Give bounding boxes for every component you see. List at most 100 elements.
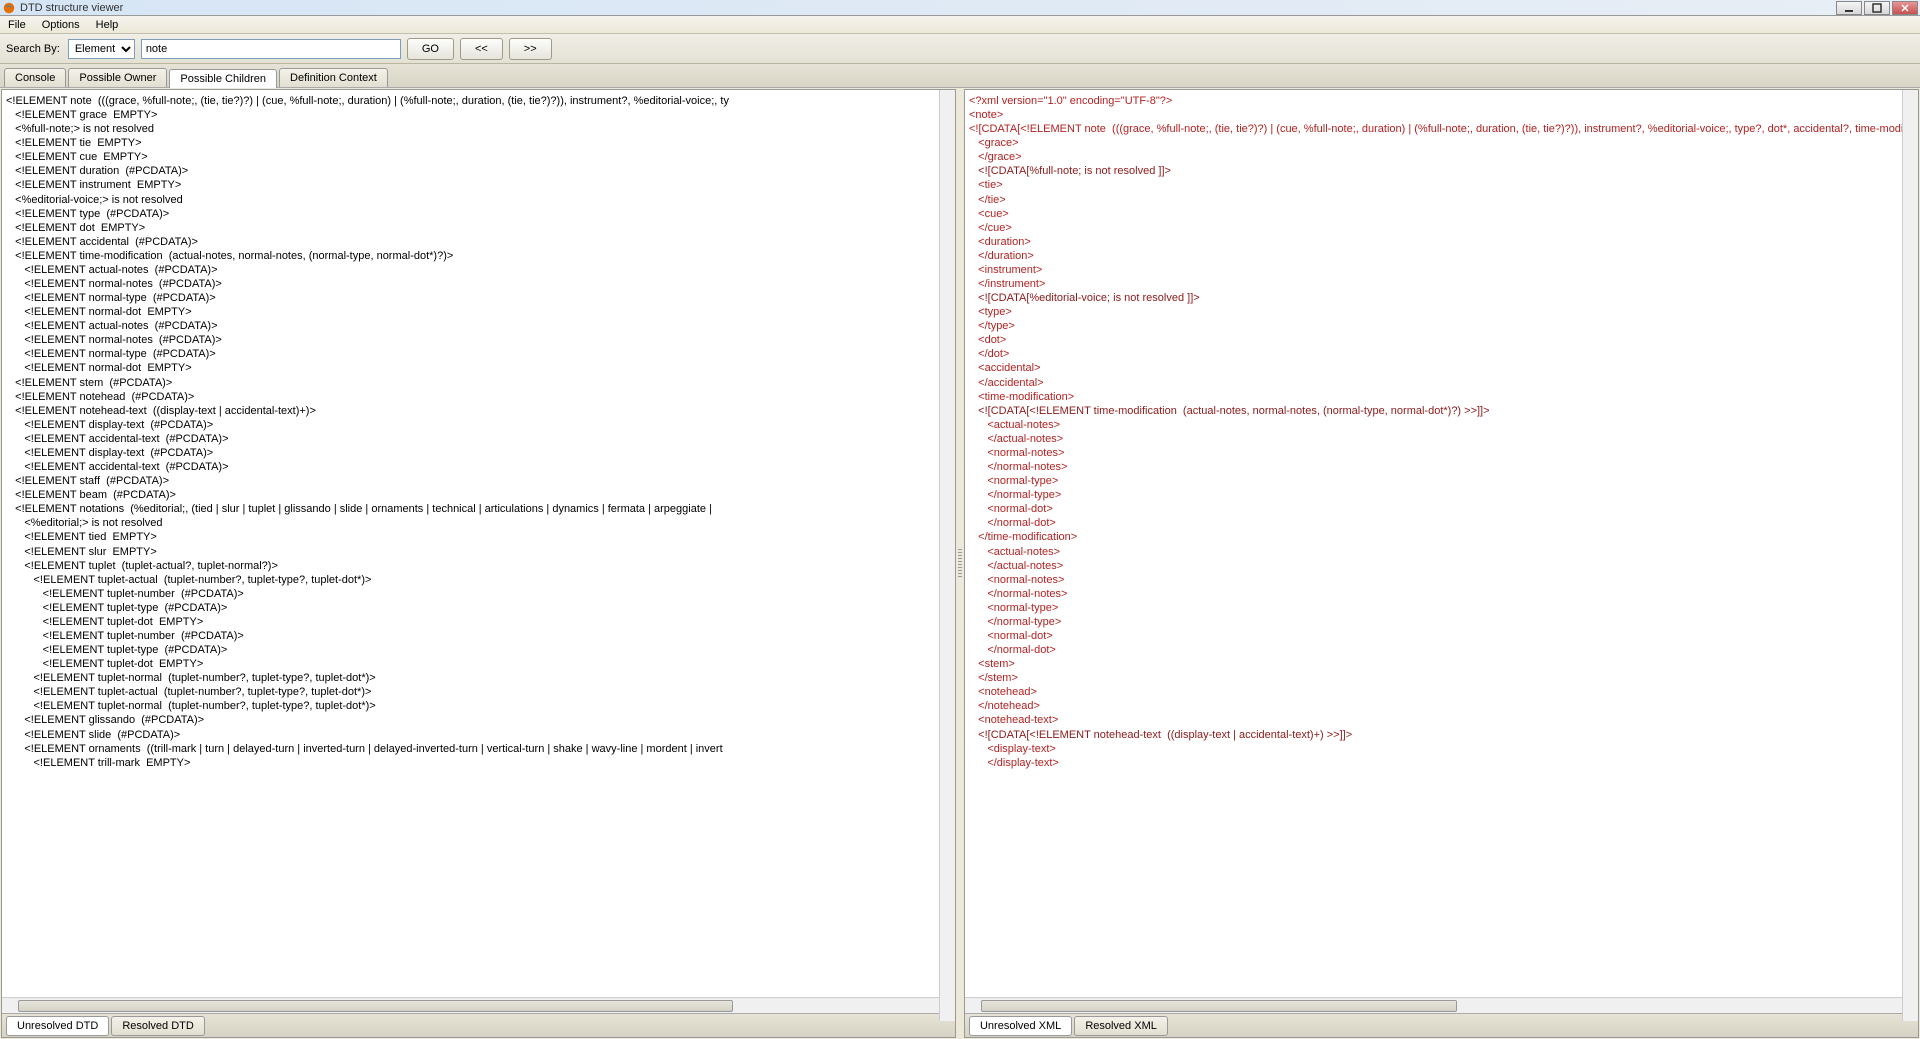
tree-line[interactable]: <!ELEMENT normal-type (#PCDATA)> [2, 347, 955, 361]
tree-line[interactable]: <!ELEMENT slur EMPTY> [2, 545, 955, 559]
tree-line[interactable]: <dot> [965, 333, 1918, 347]
tree-line[interactable]: </cue> [965, 221, 1918, 235]
tree-line[interactable]: <instrument> [965, 263, 1918, 277]
tree-line[interactable]: <grace> [965, 136, 1918, 150]
tree-line[interactable]: <!ELEMENT beam (#PCDATA)> [2, 488, 955, 502]
tree-line[interactable]: </normal-dot> [965, 643, 1918, 657]
tree-line[interactable]: <!ELEMENT normal-notes (#PCDATA)> [2, 333, 955, 347]
right-vscroll[interactable] [1902, 90, 1918, 1021]
tree-line[interactable]: <!ELEMENT normal-type (#PCDATA)> [2, 291, 955, 305]
tree-line[interactable]: <!ELEMENT display-text (#PCDATA)> [2, 418, 955, 432]
tree-line[interactable]: <!ELEMENT actual-notes (#PCDATA)> [2, 263, 955, 277]
maximize-button[interactable] [1864, 1, 1890, 15]
tree-line[interactable]: <tie> [965, 178, 1918, 192]
tree-line[interactable]: <!ELEMENT notehead (#PCDATA)> [2, 390, 955, 404]
tree-line[interactable]: <![CDATA[%editorial-voice; is not resolv… [965, 291, 1918, 305]
tree-line[interactable]: <!ELEMENT display-text (#PCDATA)> [2, 446, 955, 460]
tree-line[interactable]: </type> [965, 319, 1918, 333]
tree-line[interactable]: <!ELEMENT dot EMPTY> [2, 221, 955, 235]
search-input[interactable] [141, 39, 401, 59]
tab-console[interactable]: Console [4, 68, 66, 87]
tree-line[interactable]: <normal-dot> [965, 629, 1918, 643]
search-mode-select[interactable]: Element [69, 40, 134, 58]
tree-line[interactable]: <!ELEMENT accidental-text (#PCDATA)> [2, 432, 955, 446]
tree-line[interactable]: <notehead> [965, 685, 1918, 699]
tree-line[interactable]: </dot> [965, 347, 1918, 361]
tree-line[interactable]: </actual-notes> [965, 432, 1918, 446]
tree-line[interactable]: <!ELEMENT type (#PCDATA)> [2, 207, 955, 221]
tree-line[interactable]: <!ELEMENT tuplet-number (#PCDATA)> [2, 587, 955, 601]
tree-line[interactable]: <!ELEMENT trill-mark EMPTY> [2, 756, 955, 770]
menu-help[interactable]: Help [92, 18, 123, 32]
tree-line[interactable]: <actual-notes> [965, 545, 1918, 559]
tree-line[interactable]: <normal-type> [965, 474, 1918, 488]
tree-line[interactable]: <notehead-text> [965, 713, 1918, 727]
tab-definition-context[interactable]: Definition Context [279, 68, 388, 87]
xml-tree[interactable]: <?xml version="1.0" encoding="UTF-8"?><n… [965, 90, 1918, 997]
minimize-button[interactable] [1836, 1, 1862, 15]
prev-button[interactable]: << [460, 38, 503, 60]
tree-line[interactable]: <%full-note;> is not resolved [2, 122, 955, 136]
tree-line[interactable]: <!ELEMENT tuplet-actual (tuplet-number?,… [2, 685, 955, 699]
tree-line[interactable]: <!ELEMENT notations (%editorial;, (tied … [2, 502, 955, 516]
tree-line[interactable]: <%editorial;> is not resolved [2, 516, 955, 530]
tree-line[interactable]: </display-text> [965, 756, 1918, 770]
tree-line[interactable]: <cue> [965, 207, 1918, 221]
tree-line[interactable]: <!ELEMENT slide (#PCDATA)> [2, 728, 955, 742]
tree-line[interactable]: </tie> [965, 193, 1918, 207]
tree-line[interactable]: <!ELEMENT duration (#PCDATA)> [2, 164, 955, 178]
tree-line[interactable]: <!ELEMENT tuplet-type (#PCDATA)> [2, 601, 955, 615]
tree-line[interactable]: <!ELEMENT normal-notes (#PCDATA)> [2, 277, 955, 291]
tree-line[interactable]: <!ELEMENT tuplet (tuplet-actual?, tuplet… [2, 559, 955, 573]
tree-line[interactable]: <accidental> [965, 361, 1918, 375]
search-mode-combo[interactable]: Element [68, 39, 135, 59]
tree-line[interactable]: <type> [965, 305, 1918, 319]
tab-unresolved-dtd[interactable]: Unresolved DTD [6, 1016, 109, 1036]
splitter[interactable] [957, 88, 963, 1039]
tree-line[interactable]: <normal-type> [965, 601, 1918, 615]
right-hscroll[interactable] [965, 997, 1918, 1013]
tree-line[interactable]: <!ELEMENT accidental (#PCDATA)> [2, 235, 955, 249]
tree-line[interactable]: <!ELEMENT stem (#PCDATA)> [2, 376, 955, 390]
tree-line[interactable]: <duration> [965, 235, 1918, 249]
next-button[interactable]: >> [509, 38, 552, 60]
tree-line[interactable]: <!ELEMENT instrument EMPTY> [2, 178, 955, 192]
tree-line[interactable]: </stem> [965, 671, 1918, 685]
tree-line[interactable]: </normal-dot> [965, 516, 1918, 530]
tree-line[interactable]: </time-modification> [965, 530, 1918, 544]
tree-line[interactable]: <normal-notes> [965, 573, 1918, 587]
tree-line[interactable]: <![CDATA[<!ELEMENT notehead-text ((displ… [965, 728, 1918, 742]
tree-line[interactable]: </grace> [965, 150, 1918, 164]
tab-possible-children[interactable]: Possible Children [169, 69, 277, 88]
dtd-tree[interactable]: <!ELEMENT note (((grace, %full-note;, (t… [2, 90, 955, 997]
left-vscroll[interactable] [939, 90, 955, 1021]
tree-line[interactable]: <![CDATA[<!ELEMENT note (((grace, %full-… [965, 122, 1918, 136]
tab-possible-owner[interactable]: Possible Owner [68, 68, 167, 87]
tab-resolved-xml[interactable]: Resolved XML [1074, 1016, 1168, 1036]
tree-line[interactable]: </actual-notes> [965, 559, 1918, 573]
tree-line[interactable]: <stem> [965, 657, 1918, 671]
tree-line[interactable]: </duration> [965, 249, 1918, 263]
tree-line[interactable]: <![CDATA[<!ELEMENT time-modification (ac… [965, 404, 1918, 418]
tab-resolved-dtd[interactable]: Resolved DTD [111, 1016, 205, 1036]
tree-line[interactable]: </normal-type> [965, 615, 1918, 629]
tree-line[interactable]: <display-text> [965, 742, 1918, 756]
menu-file[interactable]: File [4, 18, 30, 32]
tree-line[interactable]: <![CDATA[%full-note; is not resolved ]]> [965, 164, 1918, 178]
tree-line[interactable]: </accidental> [965, 376, 1918, 390]
tree-line[interactable]: <normal-dot> [965, 502, 1918, 516]
tree-line[interactable]: <note> [965, 108, 1918, 122]
tree-line[interactable]: <!ELEMENT normal-dot EMPTY> [2, 305, 955, 319]
tree-line[interactable]: <!ELEMENT grace EMPTY> [2, 108, 955, 122]
tree-line[interactable]: <!ELEMENT tuplet-actual (tuplet-number?,… [2, 573, 955, 587]
tree-line[interactable]: </normal-notes> [965, 587, 1918, 601]
tree-line[interactable]: <!ELEMENT staff (#PCDATA)> [2, 474, 955, 488]
tree-line[interactable]: <!ELEMENT time-modification (actual-note… [2, 249, 955, 263]
tree-line[interactable]: <!ELEMENT tuplet-normal (tuplet-number?,… [2, 671, 955, 685]
tree-line[interactable]: <!ELEMENT glissando (#PCDATA)> [2, 713, 955, 727]
tree-line[interactable]: <!ELEMENT tie EMPTY> [2, 136, 955, 150]
tree-line[interactable]: <!ELEMENT ornaments ((trill-mark | turn … [2, 742, 955, 756]
tree-line[interactable]: </instrument> [965, 277, 1918, 291]
tree-line[interactable]: <time-modification> [965, 390, 1918, 404]
tree-line[interactable]: </normal-type> [965, 488, 1918, 502]
